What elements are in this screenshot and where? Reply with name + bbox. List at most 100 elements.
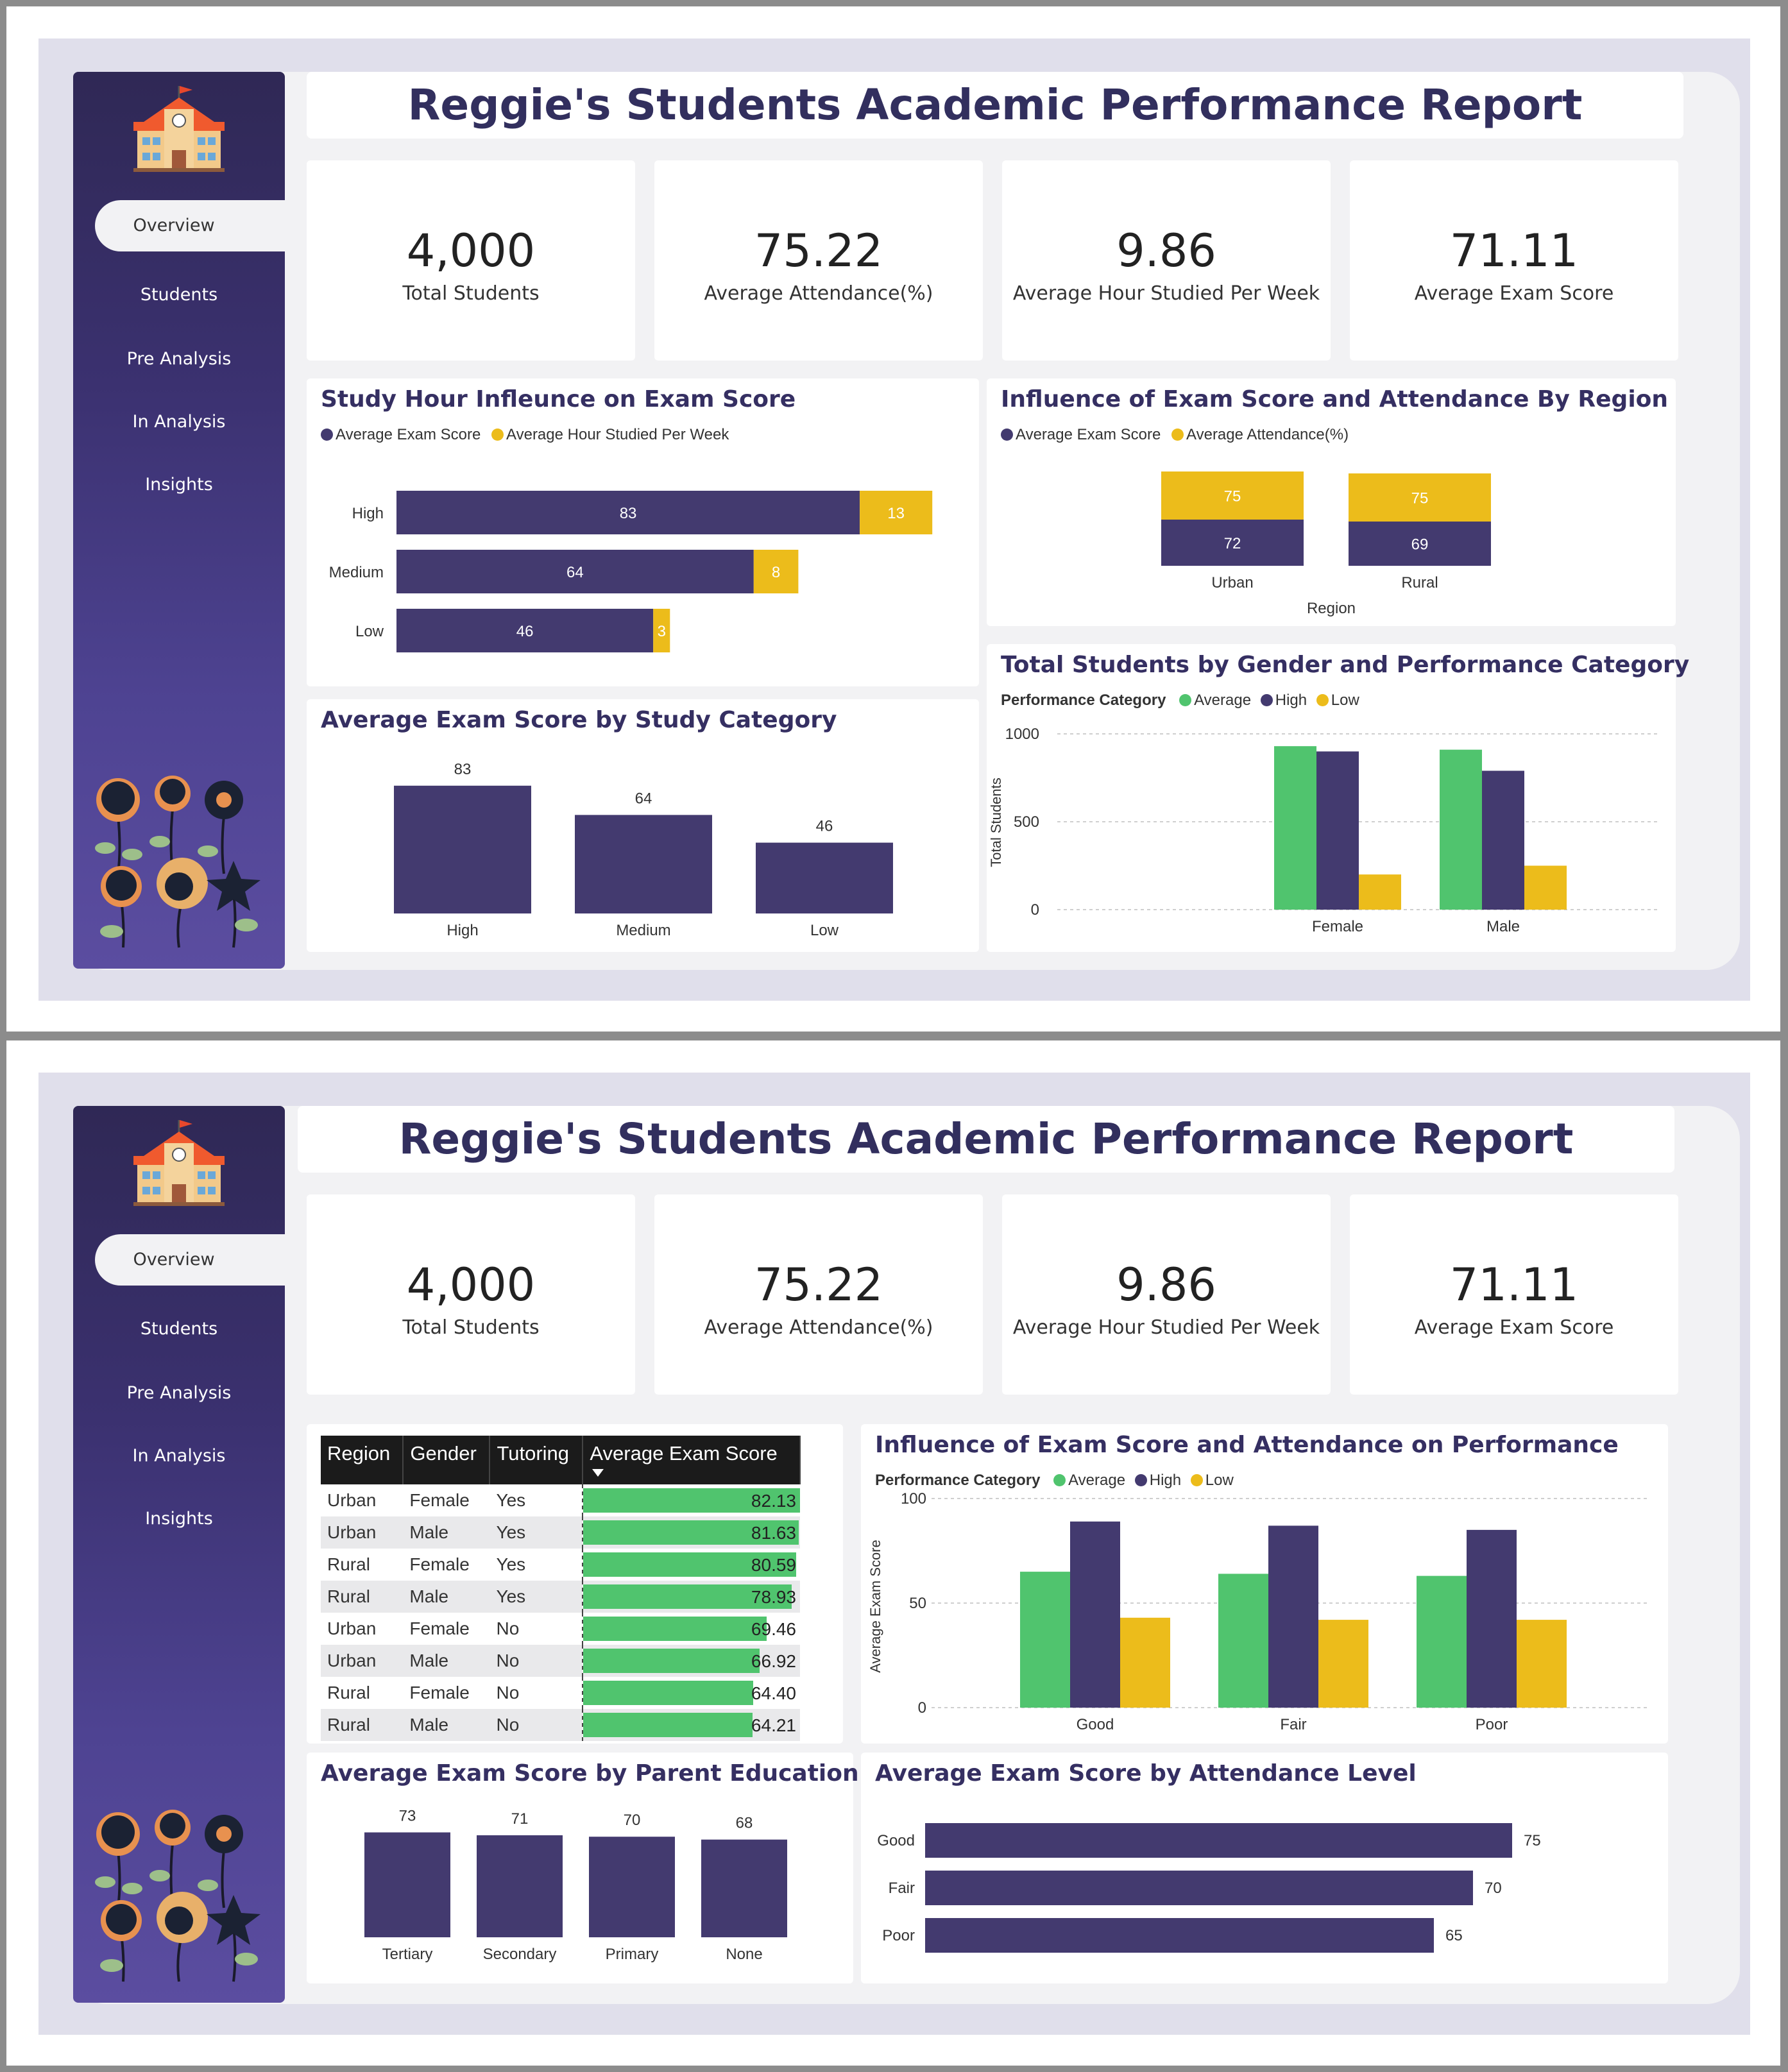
axis-tick-label: Good bbox=[1077, 1716, 1114, 1733]
table-cell: Urban bbox=[327, 1618, 377, 1638]
bar bbox=[756, 842, 893, 913]
table-cell: Yes bbox=[490, 1581, 583, 1613]
kpi-label: Average Exam Score bbox=[1414, 282, 1614, 305]
table-cell-score: 64.21 bbox=[582, 1709, 800, 1741]
nav-insights[interactable]: Insights bbox=[73, 1493, 285, 1545]
table-cell: Female bbox=[409, 1490, 470, 1510]
table-row[interactable]: Urban Female No 69.46 bbox=[321, 1613, 800, 1645]
column-header[interactable]: Gender bbox=[403, 1436, 491, 1484]
bar bbox=[925, 1918, 1434, 1953]
nav-students[interactable]: Students bbox=[73, 1303, 285, 1355]
score-data-bar bbox=[583, 1617, 767, 1641]
data-label: 75 bbox=[1524, 1832, 1541, 1849]
nav-in-analysis[interactable]: In Analysis bbox=[73, 396, 285, 448]
table-row[interactable]: Rural Male No 64.21 bbox=[321, 1709, 800, 1741]
nav-pre-analysis[interactable]: Pre Analysis bbox=[73, 334, 285, 385]
sort-descending-icon[interactable] bbox=[592, 1469, 604, 1477]
flower-illustration-icon bbox=[95, 1810, 260, 1982]
nav-students[interactable]: Students bbox=[73, 269, 285, 321]
data-label: 69 bbox=[1411, 536, 1429, 554]
bar bbox=[575, 815, 712, 913]
x-axis-title: Region bbox=[1307, 600, 1356, 617]
table-row[interactable]: Rural Female No 64.40 bbox=[321, 1677, 800, 1709]
y-axis-title: Average Exam Score bbox=[867, 1540, 883, 1672]
table-header-row: Region Gender Tutoring Average Exam Scor… bbox=[321, 1436, 801, 1484]
dashboard-page-2: Overview Students Pre Analysis In Analys… bbox=[6, 1040, 1780, 2066]
axis-tick-label: Tertiary bbox=[382, 1946, 433, 1963]
table-cell: Male bbox=[403, 1709, 490, 1741]
column-header[interactable]: Region bbox=[321, 1436, 404, 1484]
axis-tick-label: 1000 bbox=[1005, 726, 1039, 743]
kpi-card-avg-attendance: 75.22 Average Attendance(%) bbox=[654, 160, 983, 361]
kpi-card-avg-attendance: 75.22 Average Attendance(%) bbox=[654, 1194, 983, 1395]
table-cell: Rural bbox=[327, 1554, 370, 1574]
axis-tick-label: Medium bbox=[616, 922, 670, 939]
table-row[interactable]: Rural Male Yes 78.93 bbox=[321, 1581, 800, 1613]
axis-tick-label: Rural bbox=[1401, 574, 1438, 591]
table-cell: No bbox=[490, 1645, 583, 1677]
bar bbox=[477, 1835, 563, 1937]
score-value: 64.40 bbox=[751, 1683, 796, 1703]
nav-pre-analysis[interactable]: Pre Analysis bbox=[73, 1368, 285, 1419]
data-label: 83 bbox=[620, 505, 637, 522]
kpi-label: Average Hour Studied Per Week bbox=[1012, 282, 1320, 305]
bar-low bbox=[1120, 1617, 1170, 1708]
performance-bar-chart: 0 50 100 Good Fair Poor Average Exam Score bbox=[867, 1490, 1650, 1733]
data-label: 46 bbox=[816, 818, 833, 835]
axis-tick-label: Female bbox=[1312, 918, 1363, 935]
bar bbox=[394, 785, 531, 913]
axis-tick-label: High bbox=[447, 922, 478, 939]
score-table-card: Region Gender Tutoring Average Exam Scor… bbox=[307, 1424, 843, 1744]
table-cell: Urban bbox=[321, 1645, 404, 1677]
kpi-value: 9.86 bbox=[1116, 1259, 1216, 1311]
axis-tick-label: Secondary bbox=[483, 1946, 557, 1963]
nav-in-analysis[interactable]: In Analysis bbox=[73, 1431, 285, 1482]
table-cell: Yes bbox=[490, 1516, 583, 1549]
table-row[interactable]: Urban Female Yes 82.13 bbox=[321, 1484, 800, 1516]
bar-high bbox=[1482, 770, 1524, 910]
nav-overview[interactable]: Overview bbox=[95, 200, 285, 251]
table-cell: Female bbox=[409, 1554, 470, 1574]
sidebar: Overview Students Pre Analysis In Analys… bbox=[73, 1106, 285, 2003]
table-cell-score: 82.13 bbox=[582, 1484, 800, 1516]
table-cell: Urban bbox=[327, 1490, 377, 1510]
report-frame: Overview Students Pre Analysis In Analys… bbox=[38, 1073, 1750, 2035]
bar bbox=[925, 1823, 1512, 1858]
score-table: Region Gender Tutoring Average Exam Scor… bbox=[321, 1436, 801, 1741]
kpi-card-total-students: 4,000 Total Students bbox=[307, 1194, 635, 1395]
kpi-label: Total Students bbox=[402, 1316, 540, 1339]
column-header-sorted[interactable]: Average Exam Score bbox=[583, 1436, 801, 1484]
bar-high bbox=[1467, 1529, 1517, 1708]
table-cell: No bbox=[496, 1683, 520, 1703]
score-value: 80.59 bbox=[751, 1555, 796, 1575]
table-cell-score: 66.92 bbox=[582, 1645, 800, 1677]
data-label: 73 bbox=[399, 1807, 416, 1824]
nav-overview[interactable]: Overview bbox=[95, 1234, 285, 1286]
table-row[interactable]: Rural Female Yes 80.59 bbox=[321, 1549, 800, 1581]
axis-tick-label: 0 bbox=[918, 1699, 926, 1717]
kpi-value: 9.86 bbox=[1116, 225, 1216, 277]
table-cell: Rural bbox=[321, 1709, 404, 1741]
score-value: 82.13 bbox=[751, 1491, 796, 1511]
study-category-chart-card: Average Exam Score by Study Category 83 H… bbox=[307, 699, 979, 952]
table-row[interactable]: Urban Male No 66.92 bbox=[321, 1645, 800, 1677]
kpi-label: Average Attendance(%) bbox=[704, 282, 933, 305]
kpi-label: Total Students bbox=[402, 282, 540, 305]
kpi-value: 4,000 bbox=[406, 1259, 536, 1311]
kpi-card-total-students: 4,000 Total Students bbox=[307, 160, 635, 361]
nav-insights[interactable]: Insights bbox=[73, 459, 285, 511]
table-row[interactable]: Urban Male Yes 81.63 bbox=[321, 1516, 800, 1549]
bar-average bbox=[1020, 1572, 1070, 1708]
bar-high bbox=[1070, 1521, 1120, 1708]
data-label: 68 bbox=[736, 1815, 753, 1832]
table-cell: Yes bbox=[496, 1490, 526, 1510]
study-category-bar-chart: 83 High 64 Medium 46 Low bbox=[394, 761, 893, 939]
table-cell: Female bbox=[409, 1683, 470, 1703]
score-value: 64.21 bbox=[751, 1715, 796, 1735]
kpi-label: Average Attendance(%) bbox=[704, 1316, 933, 1339]
data-label: 46 bbox=[516, 623, 534, 640]
score-value: 69.46 bbox=[751, 1619, 796, 1639]
column-header[interactable]: Tutoring bbox=[490, 1436, 584, 1484]
bar-low bbox=[1318, 1620, 1368, 1708]
sidebar: Overview Students Pre Analysis In Analys… bbox=[73, 72, 285, 969]
